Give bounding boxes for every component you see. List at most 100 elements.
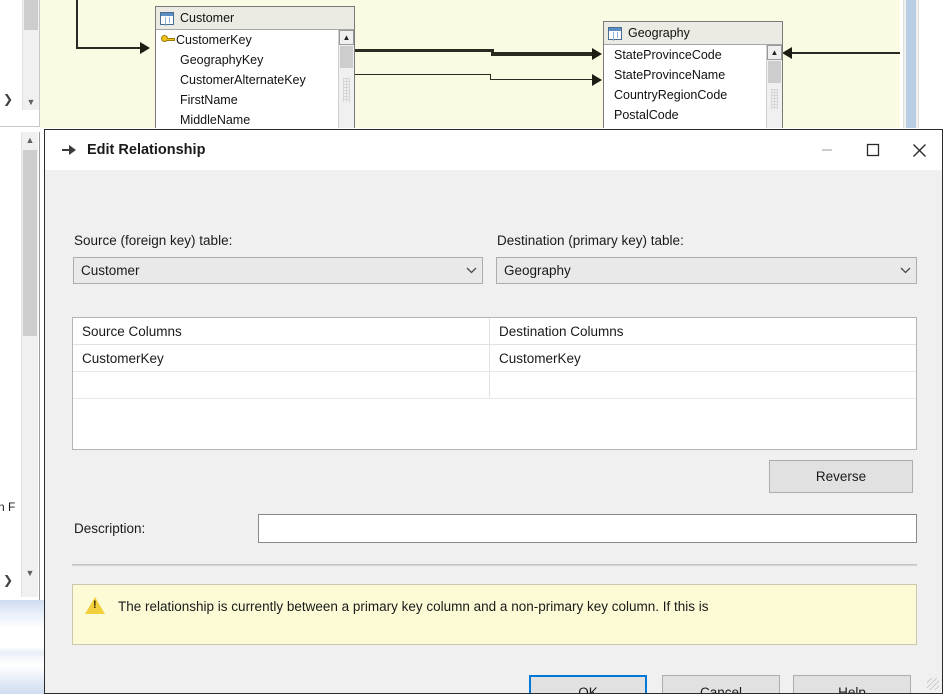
- close-button[interactable]: [896, 130, 942, 170]
- chevron-down-icon[interactable]: ▼: [22, 565, 38, 581]
- status-bar-strip: [0, 600, 45, 694]
- scrollbar-thumb[interactable]: [768, 61, 781, 83]
- destination-table-label: Destination (primary key) table:: [497, 233, 684, 248]
- primary-key-icon: [160, 33, 176, 47]
- table-icon: [608, 26, 622, 40]
- connector-arrowhead-right: [140, 42, 150, 54]
- grid-header-source-columns: Source Columns: [73, 318, 490, 344]
- grid-cell-destination-column[interactable]: [490, 372, 916, 398]
- entity-customer-title: Customer: [180, 11, 235, 25]
- entity-column-row[interactable]: StateProvinceCode: [604, 45, 782, 65]
- er-diagram-canvas[interactable]: Customer CustomerKey GeographyKey Custom…: [40, 0, 900, 128]
- close-icon: [912, 143, 926, 157]
- connector-arrowhead-right: [592, 74, 602, 86]
- left-panel-partial-label: n F: [0, 500, 16, 514]
- dialog-body: Source (foreign key) table: Customer Des…: [45, 170, 942, 693]
- entity-geography[interactable]: Geography StateProvinceCode StateProvinc…: [603, 21, 783, 128]
- expand-chevron-icon[interactable]: ❯: [3, 92, 13, 106]
- screen: ▼ ❯ n F ▲ ▼ ❯ Customer CustomerKey Geogr…: [0, 0, 943, 694]
- entity-column-label: GeographyKey: [180, 53, 264, 67]
- chevron-down-icon[interactable]: [894, 267, 916, 274]
- entity-customer[interactable]: Customer CustomerKey GeographyKey Custom…: [155, 6, 355, 128]
- entity-column-row[interactable]: CustomerKey: [156, 30, 354, 50]
- ok-button[interactable]: OK: [529, 675, 647, 693]
- entity-column-row[interactable]: MiddleName: [156, 110, 354, 128]
- resize-grip[interactable]: [927, 678, 939, 690]
- maximize-icon: [866, 143, 880, 157]
- source-table-label: Source (foreign key) table:: [74, 233, 233, 248]
- entity-column-row[interactable]: GeographyKey: [156, 50, 354, 70]
- scrollbar-track-texture: [771, 89, 778, 109]
- left-dock-panel-top: ▼ ❯: [0, 0, 40, 127]
- description-input[interactable]: [258, 514, 917, 543]
- entity-geography-header: Geography: [604, 22, 782, 45]
- warning-message: The relationship is currently between a …: [118, 599, 709, 614]
- chevron-up-icon[interactable]: ▲: [339, 30, 354, 45]
- expand-chevron-icon[interactable]: ❯: [3, 573, 13, 587]
- edit-relationship-dialog[interactable]: Edit Relationship Source (foreign key) t…: [44, 129, 943, 694]
- scrollbar-thumb[interactable]: [906, 0, 916, 128]
- connector-line-horizontal: [76, 47, 144, 49]
- window-buttons: [804, 130, 942, 170]
- maximize-button[interactable]: [850, 130, 896, 170]
- warning-panel: The relationship is currently between a …: [72, 584, 917, 645]
- entity-column-label: StateProvinceCode: [614, 48, 722, 62]
- section-divider: [72, 564, 917, 566]
- connector-line-thin-b: [490, 79, 596, 80]
- entity-customer-header: Customer: [156, 7, 354, 30]
- left-dock-panel-bottom: n F ▲ ▼ ❯: [0, 132, 40, 600]
- connector-arrowhead-left: [782, 47, 792, 59]
- chevron-down-icon[interactable]: ▼: [23, 94, 39, 110]
- cancel-button[interactable]: Cancel: [662, 675, 780, 693]
- grid-cell-source-column[interactable]: [73, 372, 490, 398]
- diagram-vertical-scrollbar[interactable]: [903, 0, 919, 128]
- scrollbar-track-texture: [343, 78, 350, 102]
- entity-column-row[interactable]: PostalCode: [604, 105, 782, 125]
- entity-column-label: StateProvinceName: [614, 68, 726, 82]
- columns-mapping-grid[interactable]: Source Columns Destination Columns Custo…: [72, 317, 917, 450]
- entity-geography-columns: StateProvinceCode StateProvinceName Coun…: [604, 45, 782, 128]
- left-panel-bottom-scrollbar[interactable]: ▲ ▼: [21, 132, 38, 597]
- grid-header-destination-columns: Destination Columns: [499, 323, 624, 339]
- connector-line-incoming-right: [792, 52, 900, 54]
- help-button[interactable]: Help: [793, 675, 911, 693]
- entity-geography-scrollbar[interactable]: ▲: [766, 45, 782, 128]
- entity-column-label: CountryRegionCode: [614, 88, 728, 102]
- entity-geography-title: Geography: [628, 26, 690, 40]
- dialog-title-bar[interactable]: Edit Relationship: [45, 130, 942, 170]
- description-label: Description:: [74, 521, 146, 536]
- entity-column-row[interactable]: StateProvinceName: [604, 65, 782, 85]
- scrollbar-thumb[interactable]: [24, 0, 38, 30]
- entity-column-label: PostalCode: [614, 108, 679, 122]
- reverse-button[interactable]: Reverse: [769, 460, 913, 493]
- table-row[interactable]: CustomerKey CustomerKey: [73, 345, 916, 372]
- scrollbar-thumb[interactable]: [23, 150, 37, 336]
- entity-column-row[interactable]: CustomerAlternateKey: [156, 70, 354, 90]
- grid-cell-destination-column[interactable]: CustomerKey: [490, 345, 916, 371]
- entity-column-row[interactable]: FirstName: [156, 90, 354, 110]
- table-row[interactable]: [73, 372, 916, 399]
- warning-triangle-icon: [85, 597, 105, 614]
- chevron-up-icon[interactable]: ▲: [767, 45, 782, 60]
- destination-table-value: Geography: [504, 263, 571, 278]
- minimize-button[interactable]: [804, 130, 850, 170]
- dialog-title: Edit Relationship: [87, 142, 206, 158]
- entity-customer-columns: CustomerKey GeographyKey CustomerAlterna…: [156, 30, 354, 128]
- left-panel-top-scrollbar[interactable]: ▼: [22, 0, 39, 110]
- entity-column-label: FirstName: [180, 93, 238, 107]
- entity-column-row[interactable]: CountryRegionCode: [604, 85, 782, 105]
- entity-column-label: MiddleName: [180, 113, 251, 127]
- chevron-down-icon[interactable]: [460, 267, 482, 274]
- connector-arrowhead-right: [592, 48, 602, 60]
- table-icon: [160, 11, 174, 25]
- connector-line-vertical: [76, 0, 78, 49]
- connector-line-thick-b: [491, 52, 595, 56]
- destination-table-dropdown[interactable]: Geography: [496, 257, 917, 284]
- chevron-up-icon[interactable]: ▲: [22, 132, 38, 148]
- connector-line-thick-a: [355, 49, 493, 52]
- scrollbar-thumb[interactable]: [340, 46, 353, 68]
- source-table-dropdown[interactable]: Customer: [73, 257, 483, 284]
- entity-column-label: CustomerAlternateKey: [180, 73, 306, 87]
- grid-cell-source-column[interactable]: CustomerKey: [73, 345, 490, 371]
- entity-customer-scrollbar[interactable]: ▲: [338, 30, 354, 128]
